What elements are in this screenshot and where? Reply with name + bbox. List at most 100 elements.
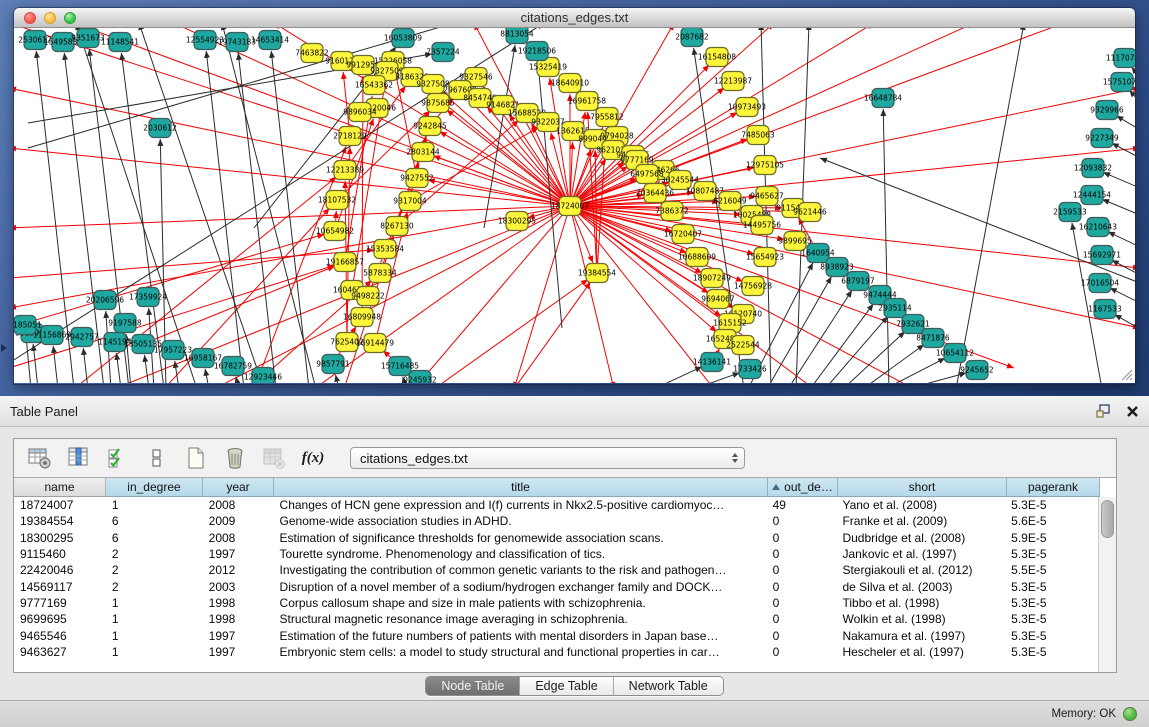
graph-node[interactable]: 2159533: [1053, 203, 1087, 222]
minimize-window-icon[interactable]: [44, 12, 56, 24]
delete-column-button[interactable]: [221, 444, 249, 472]
cell-out_de[interactable]: 0: [767, 644, 837, 660]
cell-pagerank[interactable]: 5.3E-5: [1005, 595, 1098, 611]
graph-node[interactable]: 10973493: [728, 98, 766, 117]
column-header-short[interactable]: short: [838, 478, 1007, 497]
cell-year[interactable]: 2012: [203, 562, 274, 578]
cell-name[interactable]: 9699695: [14, 611, 106, 627]
window-titlebar[interactable]: citations_edges.txt: [14, 8, 1135, 28]
cell-out_de[interactable]: 49: [767, 497, 837, 513]
table-row[interactable]: 911546021997Tourette syndrome. Phenomeno…: [14, 546, 1098, 562]
graph-node[interactable]: 8267130: [380, 217, 414, 236]
cell-name[interactable]: 18724007: [14, 497, 106, 513]
graph-node[interactable]: 16154808: [698, 48, 736, 67]
cell-year[interactable]: 2003: [203, 578, 274, 594]
graph-node[interactable]: 15751074: [1103, 73, 1135, 92]
cell-year[interactable]: 1998: [203, 611, 274, 627]
cell-name[interactable]: 19384554: [14, 513, 106, 529]
select-all-button[interactable]: [104, 444, 132, 472]
close-window-icon[interactable]: [24, 12, 36, 24]
cell-out_de[interactable]: 0: [767, 627, 837, 643]
cell-in_degree[interactable]: 2: [106, 546, 203, 562]
cell-in_degree[interactable]: 6: [106, 530, 203, 546]
graph-node[interactable]: 16914479: [356, 334, 394, 353]
table-row[interactable]: 1456911722003Disruption of a novel membe…: [14, 578, 1098, 594]
cell-year[interactable]: 2008: [203, 530, 274, 546]
cell-year[interactable]: 1998: [203, 595, 274, 611]
column-header-name[interactable]: name: [14, 478, 106, 497]
graph-node[interactable]: 18300295: [498, 212, 536, 231]
cell-year[interactable]: 1997: [203, 644, 274, 660]
graph-node[interactable]: 7463822: [295, 44, 329, 63]
cell-out_de[interactable]: 0: [767, 546, 837, 562]
tab-edge-table[interactable]: Edge Table: [520, 677, 613, 695]
cell-short[interactable]: Yano et al. (2008): [836, 497, 1005, 513]
resize-grip-icon[interactable]: [1119, 367, 1133, 381]
cell-short[interactable]: Franke et al. (2009): [836, 513, 1005, 529]
graph-node[interactable]: 9197588: [108, 314, 142, 333]
memory-status-icon[interactable]: [1123, 707, 1137, 721]
cell-out_de[interactable]: 0: [767, 611, 837, 627]
cell-pagerank[interactable]: 5.6E-5: [1005, 513, 1098, 529]
cell-name[interactable]: 9465546: [14, 627, 106, 643]
cell-pagerank[interactable]: 5.9E-5: [1005, 530, 1098, 546]
graph-node[interactable]: 16809948: [343, 308, 381, 327]
graph-node[interactable]: 12444154: [1073, 186, 1111, 205]
table-settings-button[interactable]: [26, 444, 54, 472]
cell-in_degree[interactable]: 1: [106, 627, 203, 643]
graph-node[interactable]: 2087682: [675, 28, 709, 47]
show-columns-button[interactable]: [65, 444, 93, 472]
table-row[interactable]: 1938455462009Genome-wide association stu…: [14, 513, 1098, 529]
graph-node[interactable]: 5878334: [363, 264, 397, 283]
cell-in_degree[interactable]: 1: [106, 497, 203, 513]
table-row[interactable]: 946362711997Embryonic stem cells: a mode…: [14, 644, 1098, 660]
table-row[interactable]: 969969511998Structural magnetic resonanc…: [14, 611, 1098, 627]
cell-pagerank[interactable]: 5.3E-5: [1005, 497, 1098, 513]
graph-node[interactable]: 14756928: [734, 277, 772, 296]
scrollbar-thumb[interactable]: [1101, 500, 1114, 538]
cell-in_degree[interactable]: 1: [106, 644, 203, 660]
cell-name[interactable]: 18300295: [14, 530, 106, 546]
cell-title[interactable]: Structural magnetic resonance image aver…: [274, 611, 767, 627]
cell-short[interactable]: Hescheler et al. (1997): [836, 644, 1005, 660]
cell-in_degree[interactable]: 2: [106, 562, 203, 578]
cell-title[interactable]: Corpus callosum shape and size in male p…: [274, 595, 767, 611]
graph-node[interactable]: 19166857: [326, 253, 364, 272]
cell-name[interactable]: 9463627: [14, 644, 106, 660]
graph-node[interactable]: 9857791: [316, 355, 350, 374]
cell-pagerank[interactable]: 5.5E-5: [1005, 562, 1098, 578]
cell-title[interactable]: Tourette syndrome. Phenomenology and cla…: [274, 546, 767, 562]
cell-pagerank[interactable]: 5.3E-5: [1005, 611, 1098, 627]
graph-node[interactable]: 2803144: [406, 143, 440, 162]
cell-short[interactable]: Tibbo et al. (1998): [836, 595, 1005, 611]
unselect-all-button[interactable]: [143, 444, 171, 472]
splitter-arrow-icon[interactable]: [1, 344, 7, 352]
table-row[interactable]: 1830029562008Estimation of significance …: [14, 530, 1098, 546]
graph-node[interactable]: 16053809: [384, 29, 422, 48]
graph-node[interactable]: 11170744: [1106, 49, 1135, 68]
new-column-button[interactable]: [182, 444, 210, 472]
cell-title[interactable]: Embryonic stem cells: a model to study s…: [274, 644, 767, 660]
column-header-year[interactable]: year: [203, 478, 274, 497]
column-header-in_degree[interactable]: in_degree: [106, 478, 203, 497]
graph-node[interactable]: 12213987: [714, 72, 752, 91]
cell-short[interactable]: Stergiakouli et al. (2012): [836, 562, 1005, 578]
cell-year[interactable]: 2008: [203, 497, 274, 513]
table-vertical-scrollbar[interactable]: [1098, 497, 1116, 672]
network-window[interactable]: citations_edges.txt 18724007746382291601…: [14, 8, 1135, 384]
graph-node[interactable]: 14653414: [251, 31, 289, 50]
cell-title[interactable]: Estimation of significance thresholds fo…: [274, 530, 767, 546]
cell-short[interactable]: Wolkin et al. (1998): [836, 611, 1005, 627]
cell-title[interactable]: Disruption of a novel member of a sodium…: [274, 578, 767, 594]
tab-node-table[interactable]: Node Table: [426, 677, 520, 695]
cell-short[interactable]: de Silva et al. (2003): [836, 578, 1005, 594]
cell-name[interactable]: 14569117: [14, 578, 106, 594]
cell-short[interactable]: Dudbridge et al. (2008): [836, 530, 1005, 546]
network-view[interactable]: 1872400774638229160128991295415226058932…: [14, 28, 1135, 383]
cell-in_degree[interactable]: 6: [106, 513, 203, 529]
cell-title[interactable]: Changes of HCN gene expression and I(f) …: [274, 497, 767, 513]
cell-title[interactable]: Estimation of the future numbers of pati…: [274, 627, 767, 643]
cell-short[interactable]: Jankovic et al. (1997): [836, 546, 1005, 562]
cell-name[interactable]: 9777169: [14, 595, 106, 611]
column-header-title[interactable]: title: [274, 478, 768, 497]
